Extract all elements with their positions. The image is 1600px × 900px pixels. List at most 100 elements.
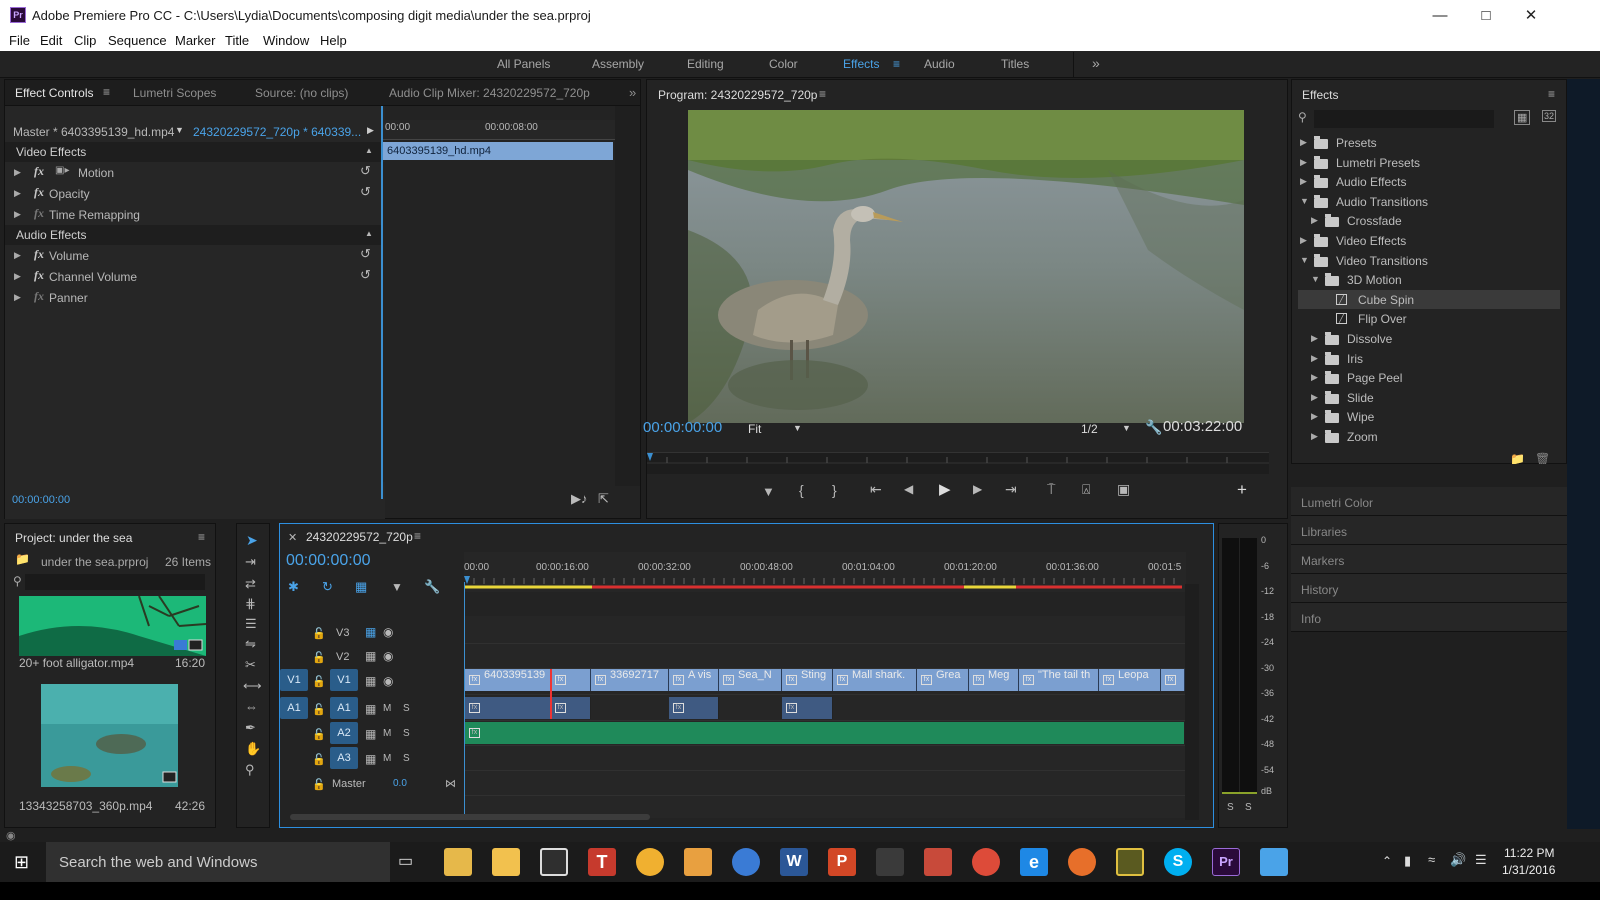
expand-icon[interactable]: ▶ — [1311, 353, 1318, 364]
clock-time[interactable]: 11:22 PM — [1504, 846, 1554, 860]
firefox-icon[interactable] — [1068, 848, 1096, 876]
expand-icon[interactable]: ▶ — [14, 188, 21, 199]
panel-history[interactable]: History — [1291, 574, 1567, 603]
timeline-vertical-scrollbar[interactable] — [1185, 584, 1199, 820]
chrome-icon[interactable] — [972, 848, 1000, 876]
lift-icon[interactable]: ⍑ — [1047, 481, 1055, 498]
expand-icon[interactable]: ▶ — [1300, 235, 1307, 246]
sync-lock-icon[interactable]: ▦ — [365, 625, 376, 639]
mute-button[interactable]: M — [383, 753, 391, 764]
slip-tool-icon[interactable]: ⟷ — [243, 678, 262, 694]
launcher-icon[interactable] — [1116, 848, 1144, 876]
fx-icon[interactable]: fx — [34, 185, 44, 200]
slide-tool-icon[interactable]: ⇔ — [245, 699, 258, 714]
alligator-thumbnail[interactable] — [19, 596, 206, 656]
wifi-icon[interactable]: ≈ — [1428, 852, 1435, 867]
expand-icon[interactable]: ▶ — [1311, 392, 1318, 403]
effects-tree-item[interactable]: ▼ 3D Motion — [1298, 270, 1560, 289]
panel-menu-icon[interactable]: ≡ — [103, 85, 110, 99]
effect-opacity[interactable]: Opacity — [49, 187, 90, 201]
track-a2-target[interactable]: A2 — [330, 722, 358, 744]
workspace-menu-icon[interactable]: ≡ — [893, 57, 900, 71]
solo-button[interactable]: S — [403, 728, 410, 739]
fx-icon[interactable]: fx — [34, 164, 44, 179]
v1-clip[interactable]: fx Grea — [917, 669, 969, 691]
a1-clip[interactable]: fx — [465, 697, 551, 719]
edge-icon[interactable]: e — [1020, 848, 1048, 876]
expand-icon[interactable]: ▶ — [1311, 372, 1318, 383]
master-volume-value[interactable]: 0.0 — [393, 778, 407, 789]
track-v1-target[interactable]: V1 — [330, 669, 358, 691]
tab-audio-clip-mixer[interactable]: Audio Clip Mixer: 24320229572_720p — [389, 86, 590, 100]
effects-tree-item[interactable]: ▶ Wipe — [1298, 407, 1560, 426]
eye-icon[interactable]: ◉ — [383, 625, 393, 639]
task-view-icon[interactable]: ▭ — [398, 851, 413, 871]
workspace-effects[interactable]: Effects — [843, 57, 879, 71]
pen-tool-icon[interactable]: ✒ — [245, 720, 256, 736]
track-a1-target[interactable]: A1 — [330, 697, 358, 719]
solo-left-button[interactable]: S — [1227, 802, 1234, 813]
workspace-editing[interactable]: Editing — [687, 57, 724, 71]
effects-tree-item[interactable]: ▶ Audio Effects — [1298, 172, 1560, 191]
reset-icon[interactable]: ↺ — [360, 163, 371, 179]
collapse-track-icon[interactable]: ⋈ — [445, 777, 456, 790]
expand-icon[interactable]: ▶ — [14, 292, 21, 303]
play-icon[interactable]: ▶ — [367, 125, 374, 136]
fx-icon[interactable]: fx — [34, 289, 44, 304]
workspace-overflow-icon[interactable]: » — [1092, 55, 1100, 71]
collapse-icon[interactable]: ▲ — [365, 229, 373, 238]
solo-button[interactable]: S — [403, 753, 410, 764]
expand-icon[interactable]: ▶ — [14, 209, 21, 220]
panel-menu-icon[interactable]: ≡ — [819, 87, 826, 101]
eye-icon[interactable]: ◉ — [383, 674, 393, 688]
insert-sequence-icon[interactable]: ▦ — [355, 579, 367, 595]
ripple-edit-tool-icon[interactable]: ⇄ — [245, 576, 256, 592]
timeline-timecode[interactable]: 00:00:00:00 — [286, 552, 371, 570]
search-icon[interactable]: ⚲ — [13, 574, 22, 588]
workspace-audio[interactable]: Audio — [924, 57, 955, 71]
v1-clip[interactable]: fx A vis — [669, 669, 719, 691]
zoom-select[interactable]: Fit — [748, 422, 761, 436]
effects-tree-item[interactable]: ▼ Video Transitions — [1298, 251, 1560, 270]
zoom-tool-icon[interactable]: ⚲ — [245, 762, 255, 778]
effects-title[interactable]: Effects — [1302, 88, 1338, 102]
effects-tree-item[interactable]: ▶ Lumetri Presets — [1298, 153, 1560, 172]
sync-lock-icon[interactable]: ▦ — [365, 727, 376, 741]
project-title[interactable]: Project: under the sea — [15, 531, 132, 545]
chevron-down-icon[interactable]: ▼ — [175, 125, 184, 135]
lock-icon[interactable]: 🔓 — [312, 675, 326, 688]
volume-icon[interactable]: 🔊 — [1450, 852, 1466, 868]
tab-effect-controls[interactable]: Effect Controls — [15, 86, 93, 100]
v1-clip[interactable]: fx 6403395139 — [465, 669, 551, 691]
v1-clip[interactable]: fx 33692717 — [591, 669, 669, 691]
v1-clip[interactable]: fx Meg — [969, 669, 1019, 691]
rate-stretch-tool-icon[interactable]: ☰ — [245, 616, 257, 632]
a1-clip[interactable]: fx — [669, 697, 719, 719]
workspace-titles[interactable]: Titles — [1001, 57, 1029, 71]
camera-app-icon[interactable] — [1260, 848, 1288, 876]
sync-lock-icon[interactable]: ▦ — [365, 674, 376, 688]
chevron-down-icon[interactable]: ▼ — [1122, 423, 1131, 433]
program-video-frame[interactable] — [688, 110, 1244, 423]
file-explorer-icon[interactable] — [492, 848, 520, 876]
add-marker-icon[interactable]: ▼ — [391, 580, 403, 594]
workspace-all-panels[interactable]: All Panels — [497, 57, 550, 71]
effect-controls-timecode[interactable]: 00:00:00:00 — [12, 494, 70, 506]
sync-lock-icon[interactable]: ▦ — [365, 702, 376, 716]
chevron-down-icon[interactable]: ▼ — [793, 423, 802, 433]
game-app-icon[interactable] — [876, 848, 904, 876]
effects-tree-item[interactable]: ▶ Slide — [1298, 388, 1560, 407]
export-icon[interactable]: ⇱ — [598, 491, 609, 507]
speed-app-icon[interactable] — [636, 848, 664, 876]
track-select-tool-icon[interactable]: ⇥ — [245, 554, 256, 570]
panel-libraries[interactable]: Libraries — [1291, 516, 1567, 545]
play-audio-icon[interactable]: ▶♪ — [571, 491, 588, 507]
collapse-icon[interactable]: ▼ — [1300, 255, 1309, 265]
menu-help[interactable]: Help — [320, 33, 347, 48]
close-icon[interactable]: ✕ — [1508, 0, 1554, 31]
v1-clip[interactable]: fx Sea_N — [719, 669, 782, 691]
go-to-in-icon[interactable]: ⇤ — [870, 481, 882, 498]
lock-icon[interactable]: 🔓 — [312, 627, 326, 640]
program-timecode[interactable]: 00:00:00:00 — [643, 419, 722, 436]
effects-tree-item[interactable]: ▼ Audio Transitions — [1298, 192, 1560, 211]
